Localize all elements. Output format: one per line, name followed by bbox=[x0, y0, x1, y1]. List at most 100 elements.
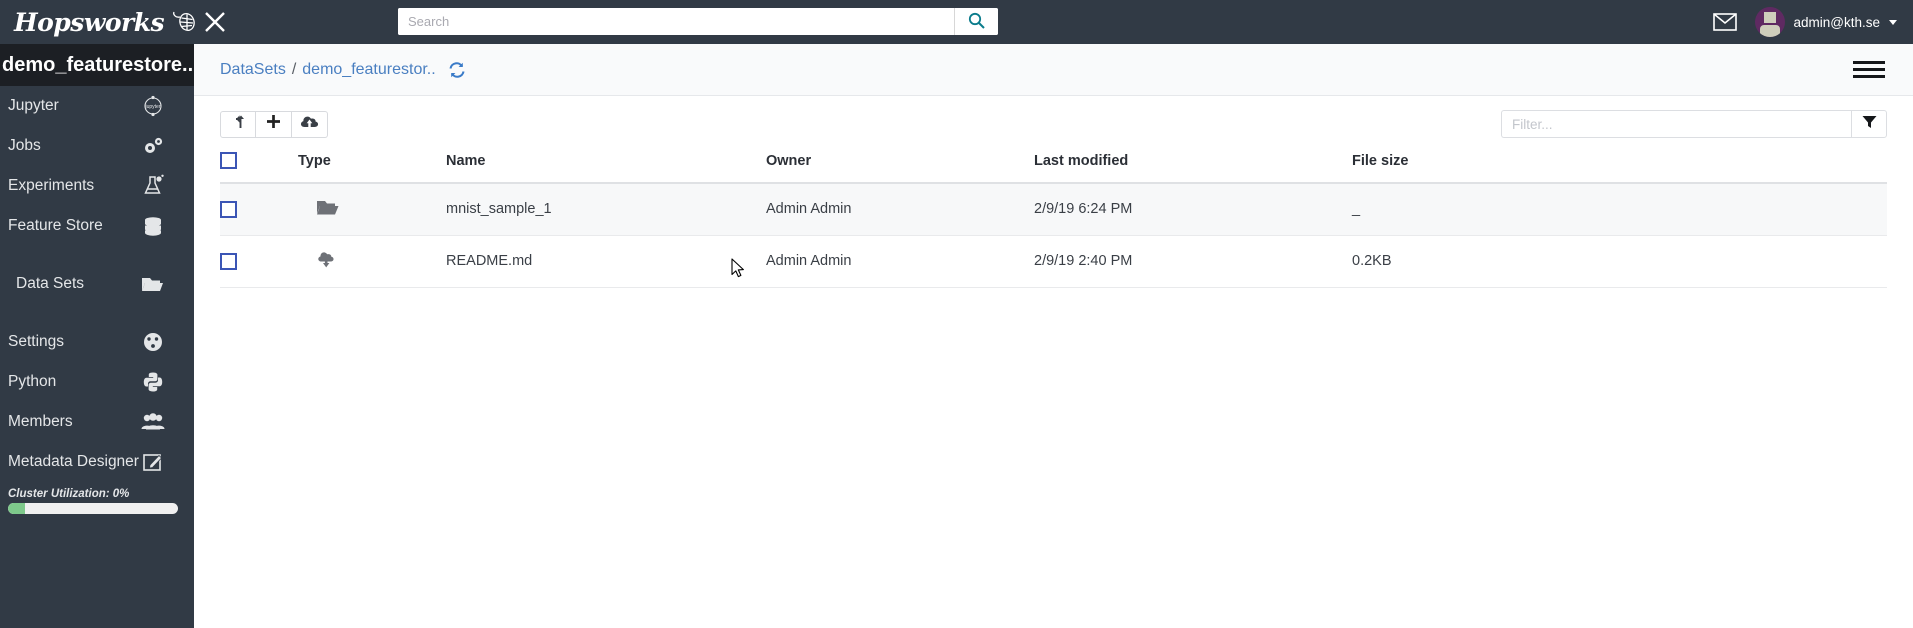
datasets-table: Type Name Owner Last modified File size bbox=[220, 152, 1887, 288]
sidebar-item-experiments[interactable]: Experiments bbox=[0, 166, 194, 206]
sidebar-item-label: Settings bbox=[8, 333, 65, 350]
sidebar-item-settings[interactable]: Settings bbox=[0, 322, 194, 362]
arrow-up-turn-icon bbox=[231, 114, 245, 134]
gauge-icon bbox=[140, 331, 166, 353]
breadcrumb-root-link[interactable]: DataSets bbox=[220, 61, 286, 79]
edit-square-icon bbox=[140, 451, 166, 473]
row-name-cell[interactable]: README.md bbox=[446, 235, 766, 288]
table-row[interactable]: mnist_sample_1 Admin Admin 2/9/19 6:24 P… bbox=[220, 183, 1887, 236]
mail-envelope-icon[interactable] bbox=[1712, 13, 1737, 31]
sidebar-item-label: Jupyter bbox=[8, 97, 59, 114]
python-icon bbox=[140, 371, 166, 393]
people-group-icon bbox=[140, 412, 166, 432]
search-icon bbox=[968, 12, 985, 32]
search-button[interactable] bbox=[954, 8, 998, 35]
app-logo[interactable]: Hopsworks bbox=[0, 0, 195, 44]
sidebar-item-jupyter[interactable]: Jupyter jupyter bbox=[0, 86, 194, 126]
row-select-cell bbox=[220, 235, 298, 288]
table-header: Type Name Owner Last modified File size bbox=[220, 152, 1887, 184]
filter-input[interactable] bbox=[1501, 110, 1851, 138]
global-search bbox=[398, 8, 998, 35]
logo-text: Hopsworks bbox=[14, 7, 165, 37]
search-input[interactable] bbox=[398, 8, 954, 35]
sidebar-item-jobs[interactable]: Jobs bbox=[0, 126, 194, 166]
breadcrumb-separator: / bbox=[291, 60, 297, 78]
funnel-filter-icon bbox=[1862, 115, 1877, 134]
plus-icon bbox=[266, 114, 281, 134]
filter-button[interactable] bbox=[1851, 110, 1887, 138]
filter-group bbox=[1501, 110, 1887, 138]
row-modified-cell: 2/9/19 6:24 PM bbox=[1034, 183, 1352, 236]
cloud-download-icon bbox=[316, 251, 338, 273]
row-owner-cell: Admin Admin bbox=[766, 235, 1034, 288]
sidebar-item-feature-store[interactable]: Feature Store bbox=[0, 206, 194, 246]
toolbar-button-group bbox=[220, 110, 328, 138]
cluster-utilization: Cluster Utilization: 0% bbox=[0, 482, 194, 514]
row-name-cell[interactable]: mnist_sample_1 bbox=[446, 183, 766, 236]
sidebar-item-label: Members bbox=[8, 413, 73, 430]
column-header-last-modified[interactable]: Last modified bbox=[1034, 152, 1352, 184]
column-header-name[interactable]: Name bbox=[446, 152, 766, 184]
jupyter-icon: jupyter bbox=[140, 95, 166, 117]
sidebar-item-label: Metadata Designer bbox=[8, 453, 139, 470]
folder-icon bbox=[316, 200, 340, 221]
breadcrumb-current-link[interactable]: demo_featurestor.. bbox=[302, 61, 435, 79]
cluster-utilization-fill bbox=[8, 503, 25, 514]
new-item-button[interactable] bbox=[256, 110, 292, 138]
user-email-label: admin@kth.se bbox=[1793, 14, 1881, 30]
main-content: DataSets / demo_featurestor.. Filter... … bbox=[194, 44, 1913, 628]
table-body: mnist_sample_1 Admin Admin 2/9/19 6:24 P… bbox=[220, 183, 1887, 288]
chevron-down-icon bbox=[1889, 19, 1897, 25]
open-folder-icon bbox=[140, 274, 166, 294]
sidebar-item-members[interactable]: Members bbox=[0, 402, 194, 442]
table-header-row: Type Name Owner Last modified File size bbox=[220, 152, 1887, 184]
column-header-file-size[interactable]: File size bbox=[1352, 152, 1887, 184]
sidebar-item-python[interactable]: Python bbox=[0, 362, 194, 402]
svg-text:jupyter: jupyter bbox=[144, 104, 160, 110]
top-bar: Hopsworks Search admin@kth.se bbox=[0, 0, 1913, 44]
user-menu[interactable]: admin@kth.se bbox=[1754, 7, 1897, 37]
row-type-cell bbox=[298, 183, 446, 236]
gears-icon bbox=[140, 135, 166, 157]
refresh-icon[interactable] bbox=[448, 61, 466, 79]
datasets-table-wrap: Type Name Owner Last modified File size bbox=[194, 152, 1913, 288]
sidebar-item-label: Jobs bbox=[8, 137, 41, 154]
select-all-header bbox=[220, 152, 298, 184]
upload-button[interactable] bbox=[292, 110, 328, 138]
row-checkbox[interactable] bbox=[220, 252, 237, 270]
topbar-right-cluster: admin@kth.se bbox=[1712, 0, 1897, 44]
row-size-cell: 0.2KB bbox=[1352, 235, 1887, 288]
row-select-cell bbox=[220, 183, 298, 236]
sidebar-item-label: Data Sets bbox=[16, 275, 85, 292]
select-all-checkbox[interactable] bbox=[220, 152, 237, 169]
cluster-utilization-label: Cluster Utilization: 0% bbox=[8, 488, 130, 500]
close-x-icon[interactable] bbox=[185, 0, 245, 44]
row-type-cell bbox=[298, 235, 446, 288]
table-row[interactable]: README.md Admin Admin 2/9/19 2:40 PM 0.2… bbox=[220, 235, 1887, 288]
column-header-owner[interactable]: Owner bbox=[766, 152, 1034, 184]
hamburger-menu-icon[interactable] bbox=[1853, 61, 1885, 78]
breadcrumb: DataSets / demo_featurestor.. bbox=[220, 61, 466, 79]
sidebar: demo_featurestore... Jupyter jupyter Job… bbox=[0, 44, 194, 628]
sidebar-item-label: Feature Store bbox=[8, 217, 103, 234]
app-root: Hopsworks Search admin@kth.se demo_featu… bbox=[0, 0, 1913, 628]
row-size-cell: _ bbox=[1352, 183, 1887, 236]
flask-experiment-icon bbox=[140, 174, 166, 198]
sidebar-item-label: Python bbox=[8, 373, 57, 390]
sidebar-item-label: Experiments bbox=[8, 177, 95, 194]
toolbar-row bbox=[194, 96, 1913, 152]
row-owner-cell: Admin Admin bbox=[766, 183, 1034, 236]
project-title[interactable]: demo_featurestore... bbox=[0, 44, 194, 86]
breadcrumb-bar: DataSets / demo_featurestor.. bbox=[194, 44, 1913, 96]
column-header-type[interactable]: Type bbox=[298, 152, 446, 184]
navigate-up-button[interactable] bbox=[220, 110, 256, 138]
row-checkbox[interactable] bbox=[220, 200, 237, 218]
cloud-upload-icon bbox=[300, 114, 319, 134]
database-stack-icon bbox=[140, 215, 166, 237]
avatar bbox=[1754, 7, 1785, 37]
sidebar-item-data-sets[interactable]: Data Sets bbox=[0, 264, 194, 304]
row-modified-cell: 2/9/19 2:40 PM bbox=[1034, 235, 1352, 288]
sidebar-item-metadata-designer[interactable]: Metadata Designer bbox=[0, 442, 194, 482]
